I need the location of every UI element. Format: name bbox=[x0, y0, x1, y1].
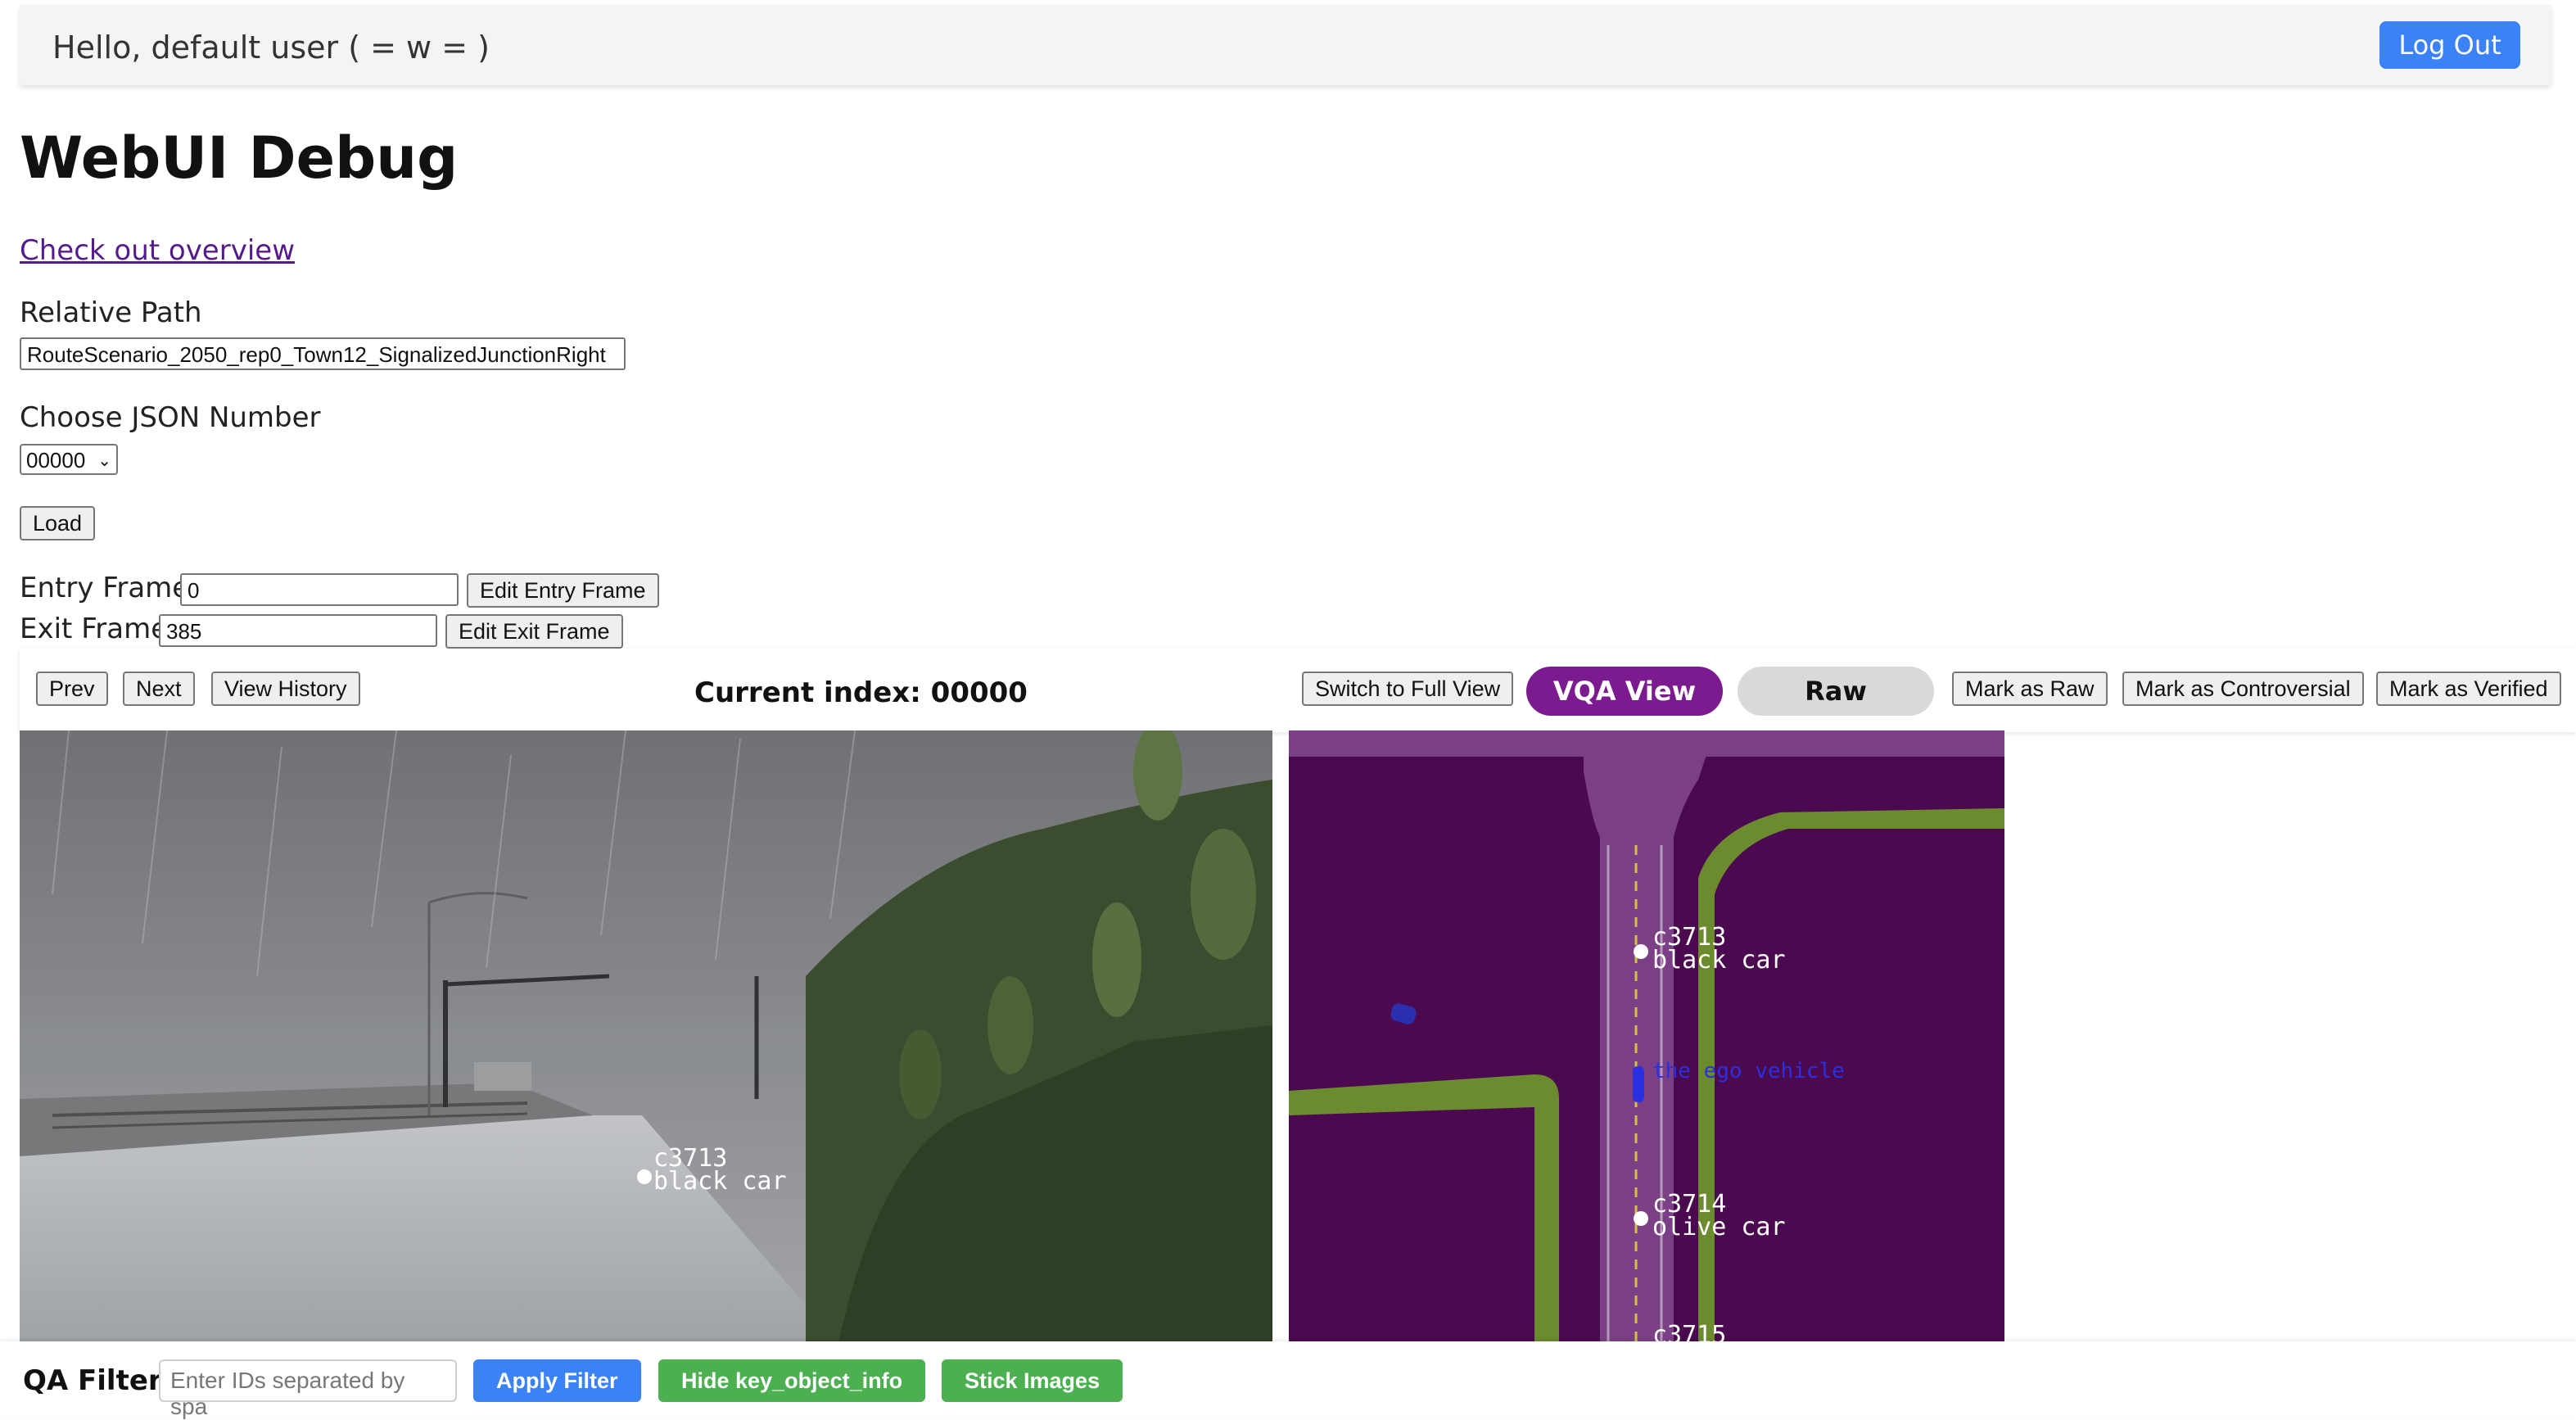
logout-button[interactable]: Log Out bbox=[2379, 21, 2520, 69]
qa-filter-input[interactable]: Enter IDs separated by spa bbox=[159, 1359, 457, 1419]
json-number-label: Choose JSON Number bbox=[20, 401, 321, 434]
stick-images-button[interactable]: Stick Images bbox=[942, 1359, 1123, 1402]
greeting-text: Hello, default user ( = w = ) bbox=[52, 29, 490, 66]
load-button[interactable]: Load bbox=[20, 506, 96, 540]
top-bar: Hello, default user ( = w = ) Log Out bbox=[20, 5, 2551, 85]
json-number-select[interactable]: 00000 ⌄ bbox=[20, 444, 118, 475]
current-index: Current index: 00000 bbox=[694, 676, 1028, 709]
full-view-button[interactable]: Switch to Full View bbox=[1302, 672, 1514, 706]
overview-link[interactable]: Check out overview bbox=[20, 234, 295, 267]
ego-vehicle-marker bbox=[1633, 1066, 1644, 1102]
bev-label-desc-3: olive car bbox=[1652, 1213, 1786, 1241]
edit-entry-frame-button[interactable]: Edit Entry Frame bbox=[467, 573, 659, 608]
edit-exit-frame-button[interactable]: Edit Exit Frame bbox=[445, 614, 623, 649]
bev-label-desc-1: black car bbox=[1652, 946, 1786, 975]
camera-view-image: c3713 black car bbox=[20, 730, 1272, 1343]
camera-object-marker bbox=[637, 1169, 652, 1184]
json-number-value: 00000 bbox=[26, 448, 86, 473]
hide-key-object-info-button[interactable]: Hide key_object_info bbox=[658, 1359, 926, 1402]
mark-controversial-button[interactable]: Mark as Controversial bbox=[2122, 672, 2364, 706]
entry-frame-input[interactable]: 0 bbox=[180, 573, 459, 606]
prev-button[interactable]: Prev bbox=[36, 672, 108, 706]
entry-frame-label: Entry Frame: bbox=[20, 572, 199, 604]
exit-frame-label: Exit Frame: bbox=[20, 613, 178, 645]
camera-label-desc: black car bbox=[653, 1167, 787, 1196]
mark-raw-button[interactable]: Mark as Raw bbox=[1952, 672, 2108, 706]
chevron-down-icon: ⌄ bbox=[97, 452, 111, 470]
bev-view-image: c3713 black car the ego vehicle c3714 ol… bbox=[1289, 730, 2004, 1343]
camera-scene: c3713 black car bbox=[20, 730, 1272, 1343]
page-title: WebUI Debug bbox=[20, 124, 459, 192]
qa-filter-label: QA Filter: bbox=[23, 1364, 174, 1397]
raw-view-toggle[interactable]: Raw bbox=[1738, 667, 1934, 716]
bev-scene: c3713 black car the ego vehicle c3714 ol… bbox=[1289, 730, 2004, 1343]
next-button[interactable]: Next bbox=[123, 672, 195, 706]
relative-path-input[interactable]: RouteScenario_2050_rep0_Town12_Signalize… bbox=[20, 337, 626, 370]
relative-path-label: Relative Path bbox=[20, 296, 202, 329]
vqa-view-toggle[interactable]: VQA View bbox=[1526, 667, 1723, 716]
exit-frame-input[interactable]: 385 bbox=[159, 614, 437, 647]
apply-filter-button[interactable]: Apply Filter bbox=[473, 1359, 641, 1402]
bev-label-ego: the ego vehicle bbox=[1652, 1059, 1845, 1083]
view-history-button[interactable]: View History bbox=[211, 672, 360, 706]
mark-verified-button[interactable]: Mark as Verified bbox=[2376, 672, 2561, 706]
bev-label-id-4: c3715 bbox=[1652, 1321, 1726, 1343]
